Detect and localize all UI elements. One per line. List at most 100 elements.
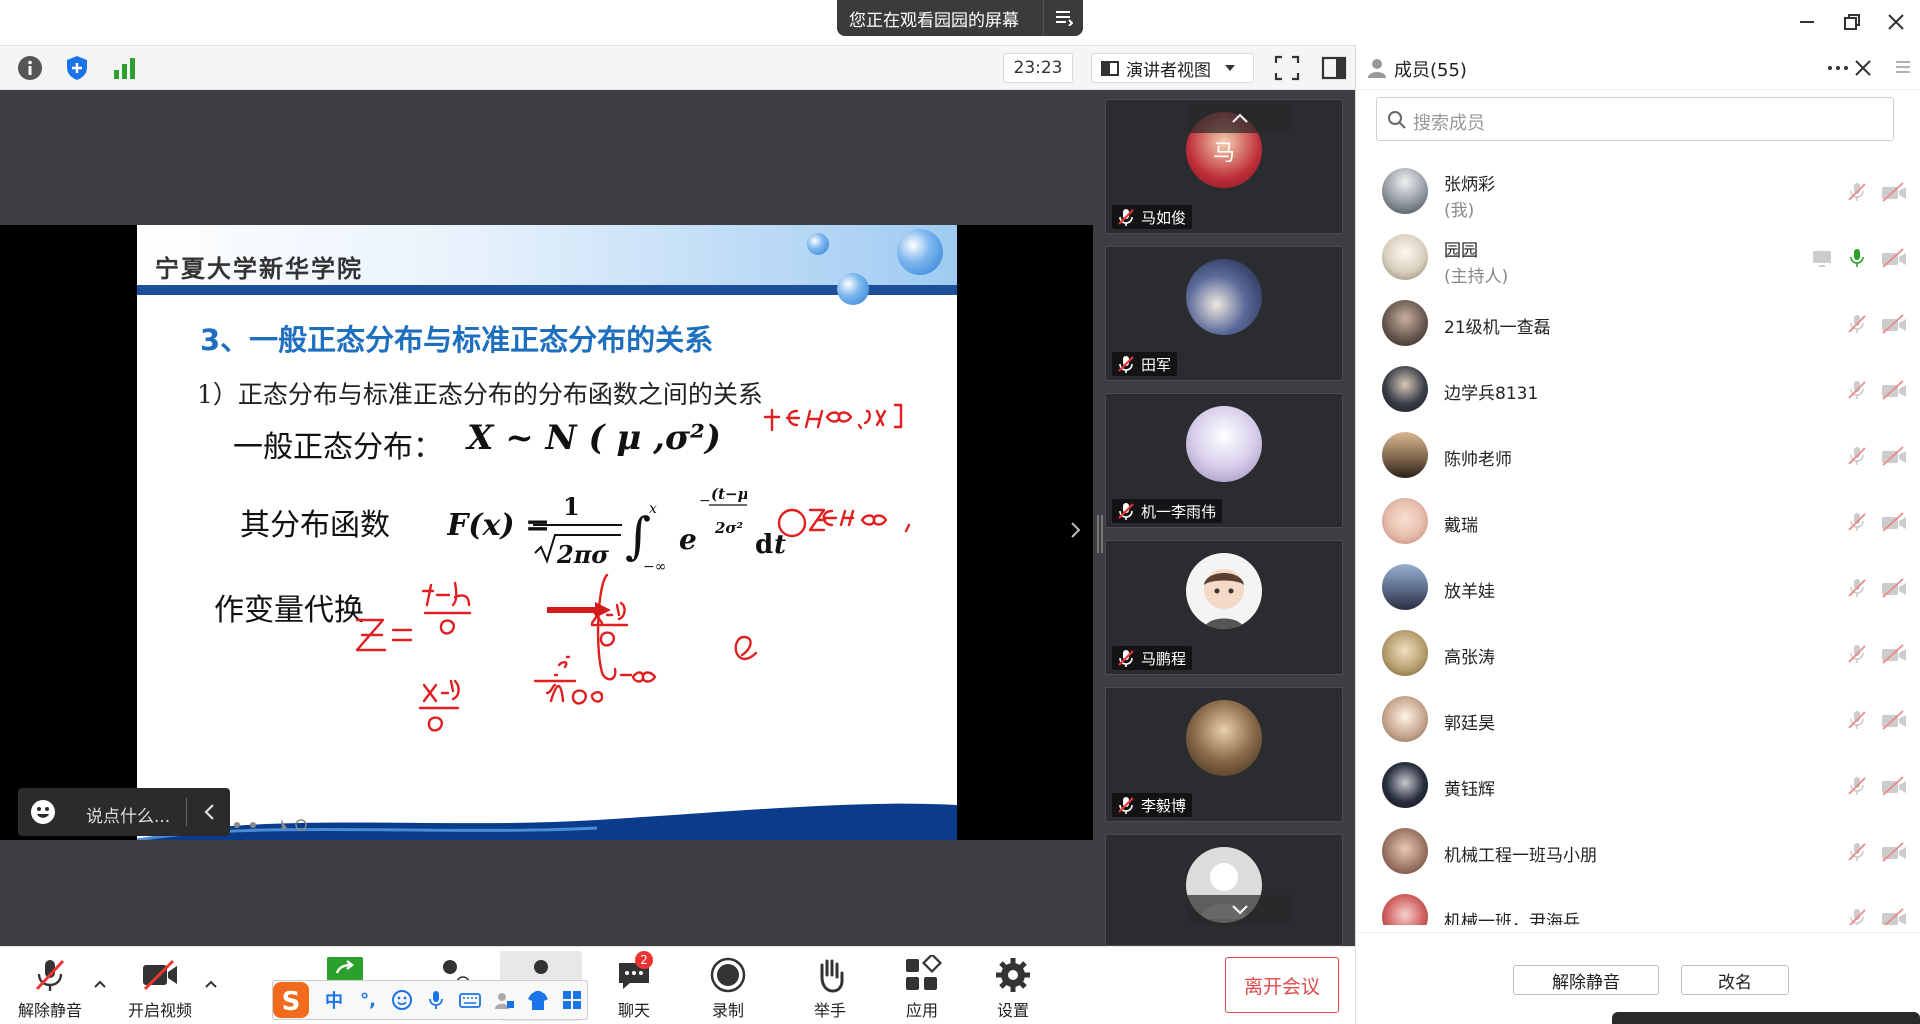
video-tile[interactable]: 机一李雨伟 [1105,393,1343,528]
view-mode-dropdown[interactable]: 演讲者视图 [1091,53,1254,83]
avatar [1382,168,1428,214]
member-row[interactable]: 高张涛 [1356,621,1920,687]
muted-mic-icon[interactable] [1846,907,1868,925]
member-name: 机械一班，尹海兵 [1444,912,1580,925]
start-video-button[interactable]: 开启视频 [128,955,192,1021]
video-off-icon[interactable] [1881,511,1907,533]
scroll-up-button[interactable] [1187,103,1293,133]
record-button[interactable]: 录制 [708,955,748,1021]
toggle-sidebar-icon[interactable] [1320,54,1348,82]
member-row[interactable]: 机械一班，尹海兵 [1356,885,1920,925]
annotation-tools-icon[interactable] [229,817,309,833]
ime-punctuation[interactable]: °, [355,987,381,1013]
chat-badge: 2 [635,951,653,969]
emoji-icon[interactable] [389,987,415,1013]
video-off-icon[interactable] [1881,313,1907,335]
video-tile[interactable]: 田军 [1105,246,1343,381]
toolbox-icon[interactable] [559,987,585,1013]
emoji-icon[interactable] [30,799,56,825]
close-window-icon[interactable] [1884,10,1908,34]
muted-mic-icon[interactable] [1846,643,1868,665]
settings-label: 设置 [996,1001,1029,1020]
video-off-icon[interactable] [1881,643,1907,665]
close-panel-icon[interactable] [1852,57,1874,79]
member-row[interactable]: 黄钰辉 [1356,753,1920,819]
member-row[interactable]: 边学兵8131 [1356,357,1920,423]
voice-input-icon[interactable] [423,987,449,1013]
quick-chat-popup[interactable]: 说点什么... [18,788,230,836]
settings-button[interactable]: 设置 [993,955,1033,1021]
record-icon [710,957,746,993]
muted-mic-icon[interactable] [1846,181,1868,203]
member-row[interactable]: 陈帅老师 [1356,423,1920,489]
keyboard-icon[interactable] [457,987,483,1013]
apps-button[interactable]: 应用 [902,955,942,1021]
avatar [1382,432,1428,478]
member-row[interactable]: 戴瑞 [1356,489,1920,555]
panel-menu-icon[interactable] [1893,57,1913,77]
chevron-up-icon[interactable] [93,977,107,991]
muted-mic-icon [1118,209,1134,226]
user-icon[interactable] [491,987,517,1013]
muted-mic-icon[interactable] [1846,313,1868,335]
avatar [1382,366,1428,412]
video-tile[interactable] [1105,834,1343,946]
mic-on-icon[interactable] [1846,247,1868,269]
video-off-icon[interactable] [1881,841,1907,863]
record-label: 录制 [711,1001,744,1020]
muted-mic-icon[interactable] [1846,841,1868,863]
unmute-all-button[interactable]: 解除静音 [1513,965,1659,995]
restore-icon[interactable] [1840,10,1864,34]
participant-name: 李毅博 [1141,796,1187,815]
rename-button[interactable]: 改名 [1681,965,1789,995]
ime-mode[interactable]: 中 [321,987,347,1013]
video-off-icon[interactable] [1881,445,1907,467]
video-off-icon[interactable] [1881,577,1907,599]
more-icon[interactable] [1826,59,1850,77]
member-row[interactable]: 机械工程一班马小朋 [1356,819,1920,885]
chevron-up-icon[interactable] [204,977,218,991]
avatar [1186,700,1262,776]
video-off-icon[interactable] [1881,247,1907,269]
horizontal-scrollbar[interactable] [1612,1012,1920,1024]
scroll-down-button[interactable] [1187,895,1293,925]
info-icon[interactable] [16,54,44,82]
member-row[interactable]: 园园 (主持人) [1356,225,1920,291]
chevron-right-icon[interactable] [1066,515,1086,545]
resize-grip-icon[interactable] [1096,515,1104,553]
meeting-toolbar: 23:23 演讲者视图 [0,45,1355,90]
banner-menu-icon[interactable] [1043,0,1083,36]
member-row[interactable]: 21级机一查磊 [1356,291,1920,357]
member-search-input[interactable]: 搜索成员 [1376,97,1894,141]
leave-meeting-button[interactable]: 离开会议 [1225,957,1339,1013]
member-row[interactable]: 放羊娃 [1356,555,1920,621]
member-row[interactable]: 郭廷昊 [1356,687,1920,753]
muted-mic-icon[interactable] [1846,577,1868,599]
fullscreen-icon[interactable] [1273,54,1301,82]
unmute-button[interactable]: 解除静音 [18,955,82,1021]
minimize-icon[interactable] [1795,10,1819,34]
chat-button[interactable]: 聊天 2 [609,951,659,1021]
video-off-icon[interactable] [1881,379,1907,401]
video-off-icon[interactable] [1881,907,1907,925]
video-off-icon[interactable] [1881,709,1907,731]
video-off-icon[interactable] [1881,775,1907,797]
video-off-icon[interactable] [1881,181,1907,203]
muted-mic-icon[interactable] [1846,775,1868,797]
collapse-chevron-icon[interactable] [198,800,222,824]
video-tile[interactable]: 马鹏程 [1105,540,1343,675]
member-row[interactable]: 张炳彩 (我) [1356,159,1920,225]
shield-icon[interactable] [63,54,91,82]
signal-icon[interactable] [110,54,138,82]
muted-mic-icon[interactable] [1846,445,1868,467]
muted-mic-icon[interactable] [1846,709,1868,731]
video-tile[interactable]: 李毅博 [1105,687,1343,822]
muted-mic-icon[interactable] [1846,379,1868,401]
members-icon [1368,59,1386,78]
muted-mic-icon[interactable] [1846,511,1868,533]
skin-icon[interactable] [525,987,551,1013]
muted-mic-icon [35,959,65,991]
member-role: (主持人) [1444,267,1509,287]
ime-toolbar[interactable]: S 中 °, [272,980,588,1020]
raise-hand-button[interactable]: 举手 [810,955,850,1021]
